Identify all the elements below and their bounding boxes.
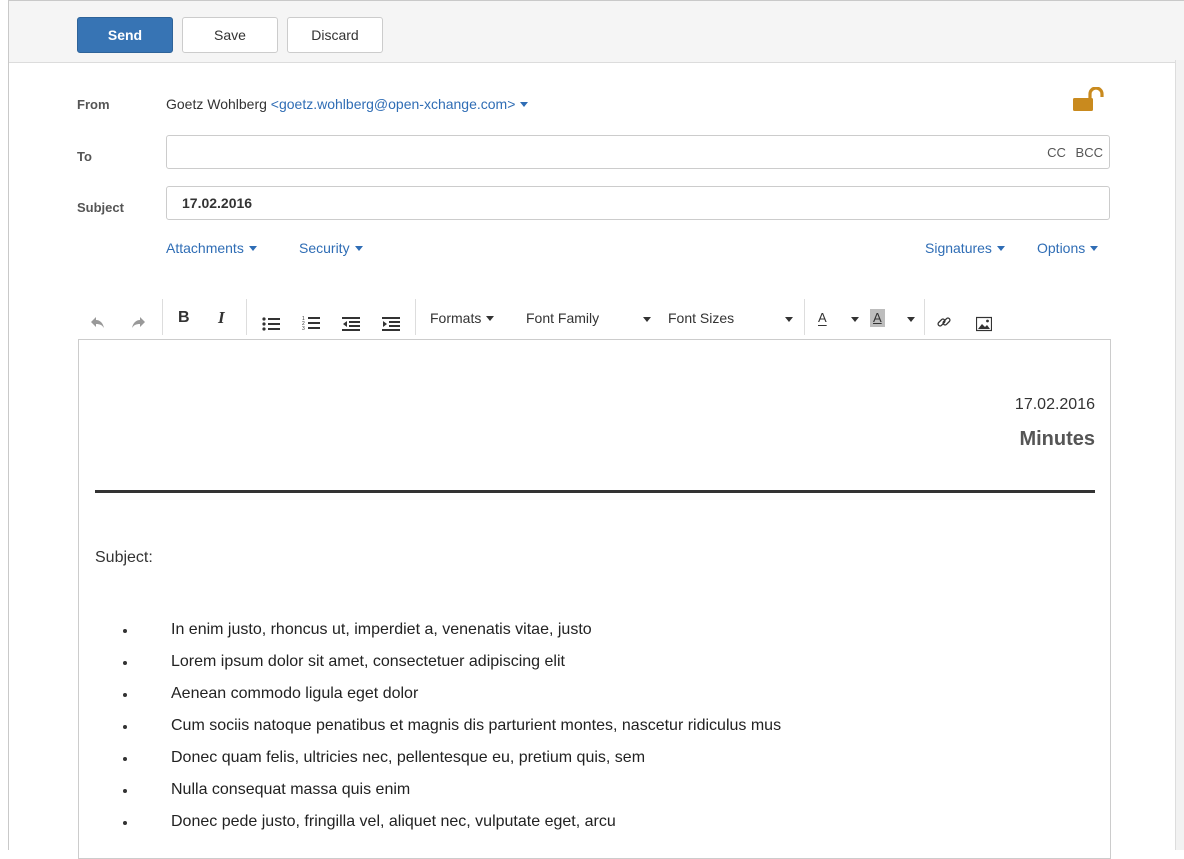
body-date: 17.02.2016 [1014,396,1095,413]
chevron-down-icon [996,245,1005,251]
attachments-label: Attachments [166,240,244,256]
subject-label: Subject [77,200,124,215]
font-family-dropdown[interactable]: Font Family [526,305,599,331]
toolbar-separator [162,299,163,335]
body-title: Minutes [1019,428,1095,450]
numbered-list-icon[interactable]: 1 2 3 [302,310,320,336]
list-item: Donec quam felis, ultricies nec, pellent… [95,746,781,778]
to-field[interactable]: CC BCC [166,135,1110,169]
toolbar-separator [415,299,416,335]
list-item: Aenean commodo ligula eget dolor [95,682,781,714]
svg-text:3: 3 [302,326,305,332]
list-item-text: Donec quam felis, ultricies nec, pellent… [171,749,646,766]
body-subject-line: Subject: [95,549,153,566]
cc-bcc-toggles: CC BCC [1041,145,1103,160]
text-color-icon[interactable]: A [818,305,827,331]
options-label: Options [1037,240,1086,256]
horizontal-rule [95,490,1095,493]
chevron-down-icon[interactable] [520,101,529,107]
message-body-editor[interactable]: 17.02.2016 Minutes Subject: In enim just… [78,339,1111,859]
subject-value: 17.02.2016 [182,195,253,211]
bullet-dot-icon [123,725,127,729]
from-name: Goetz Wohlberg [166,96,267,112]
bullet-list: In enim justo, rhoncus ut, imperdiet a, … [95,618,781,842]
list-item-text: Nulla consequat massa quis enim [171,781,411,798]
toolbar-separator [924,299,925,335]
from-selector[interactable]: Goetz Wohlberg <goetz.wohlberg@open-xcha… [166,96,529,112]
list-item: Cum sociis natoque penatibus et magnis d… [95,714,781,746]
unlocked-padlock-icon[interactable] [1072,87,1106,113]
to-label: To [77,149,92,164]
indent-icon[interactable] [382,311,400,337]
options-dropdown[interactable]: Options [1037,240,1099,256]
chevron-down-icon [248,245,257,251]
list-item-text: Lorem ipsum dolor sit amet, consectetuer… [171,653,565,670]
subject-field[interactable]: 17.02.2016 [166,186,1110,220]
list-item: In enim justo, rhoncus ut, imperdiet a, … [95,618,781,650]
bullet-dot-icon [123,693,127,697]
signatures-label: Signatures [925,240,992,256]
list-item: Donec pede justo, fringilla vel, aliquet… [95,810,781,842]
window-left-border [8,0,9,850]
chevron-down-icon[interactable] [785,317,793,322]
scrollbar[interactable] [1175,60,1184,850]
bullet-list-icon[interactable] [262,311,280,337]
bullet-dot-icon [123,789,127,793]
editor-toolbar: B I 1 2 3 Formats Font Family Font Sizes… [0,299,1184,335]
security-label: Security [299,240,350,256]
send-button[interactable]: Send [77,17,173,53]
discard-button[interactable]: Discard [287,17,383,53]
image-icon[interactable] [976,311,992,337]
chevron-down-icon[interactable] [851,317,859,322]
list-item: Nulla consequat massa quis enim [95,778,781,810]
bullet-dot-icon [123,821,127,825]
formats-dropdown[interactable]: Formats [430,305,495,331]
background-color-icon[interactable]: A [870,309,885,327]
signatures-dropdown[interactable]: Signatures [925,240,1005,256]
attachments-dropdown[interactable]: Attachments [166,240,257,256]
from-label: From [77,97,110,112]
chevron-down-icon [354,245,363,251]
bullet-dot-icon [123,661,127,665]
bullet-dot-icon [123,757,127,761]
chevron-down-icon [1090,245,1099,251]
list-item: Lorem ipsum dolor sit amet, consectetuer… [95,650,781,682]
link-icon[interactable] [936,309,952,335]
security-dropdown[interactable]: Security [299,240,363,256]
bullet-dot-icon [123,629,127,633]
chevron-down-icon[interactable] [643,317,651,322]
cc-link[interactable]: CC [1047,145,1066,160]
list-item-text: Cum sociis natoque penatibus et magnis d… [171,717,782,734]
font-sizes-label: Font Sizes [668,310,735,326]
toolbar-separator [804,299,805,335]
chevron-down-icon [486,315,495,321]
compose-toolbar: Send Save Discard [9,1,1184,63]
from-email[interactable]: <goetz.wohlberg@open-xchange.com> [271,96,516,112]
formats-label: Formats [430,310,482,326]
chevron-down-icon[interactable] [907,317,915,322]
list-item-text: Aenean commodo ligula eget dolor [171,685,419,702]
outdent-icon[interactable] [342,311,360,337]
italic-icon[interactable]: I [218,305,225,331]
list-item-text: Donec pede justo, fringilla vel, aliquet… [171,813,616,830]
list-item-text: In enim justo, rhoncus ut, imperdiet a, … [171,621,592,638]
undo-icon[interactable] [90,310,106,336]
save-button[interactable]: Save [182,17,278,53]
font-family-label: Font Family [526,310,600,326]
toolbar-separator [246,299,247,335]
bcc-link[interactable]: BCC [1076,145,1103,160]
bold-icon[interactable]: B [178,305,190,331]
redo-icon[interactable] [130,310,146,336]
font-sizes-dropdown[interactable]: Font Sizes [668,305,734,331]
